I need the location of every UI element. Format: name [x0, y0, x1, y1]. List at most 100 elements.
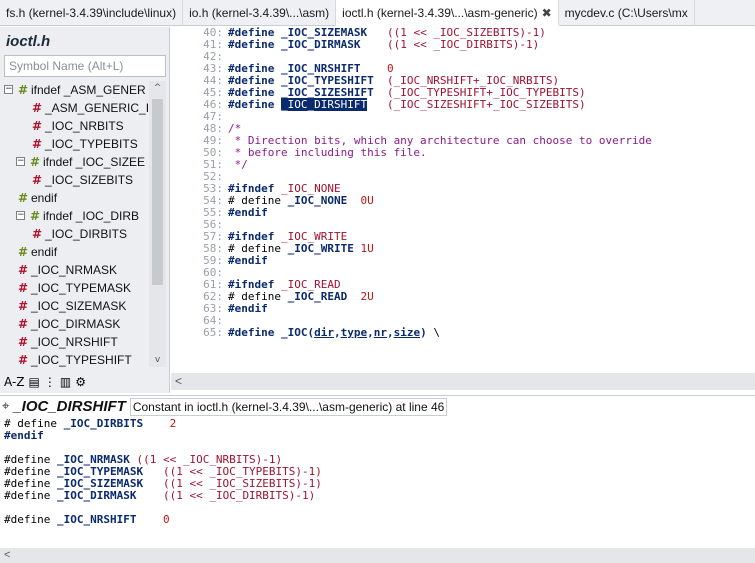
symbol-tree-label: _IOC_SIZEBITS — [45, 173, 134, 187]
ifdef-icon: # — [17, 83, 29, 97]
line-content: #define _IOC_DIRMASK ((1 << _IOC_DIRBITS… — [228, 39, 539, 51]
code-token: #define — [228, 326, 281, 339]
symbol-tree-item[interactable]: − # ifndef _IOC_DIRB — [0, 207, 148, 225]
tab-label: io.h (kernel-3.4.39\...\asm) — [189, 6, 330, 20]
code-token: _IOC( — [280, 326, 315, 339]
code-token: , — [333, 326, 341, 339]
scroll-down-icon[interactable]: v — [149, 353, 166, 367]
define-icon: # — [31, 137, 43, 151]
code-token: ((1 << _IOC_DIRBITS)-1) — [386, 38, 540, 51]
symbol-tree-item[interactable]: # _IOC_NRBITS — [0, 117, 148, 135]
scrollbar-thumb[interactable] — [152, 99, 163, 285]
symbol-tree-item[interactable]: # _IOC_DIRMASK — [0, 315, 148, 333]
sort-az-icon[interactable]: A-Z — [4, 373, 25, 391]
code-token: 0 — [162, 513, 170, 526]
symbol-tree-item[interactable]: # _IOC_TYPESHIFT — [0, 351, 148, 367]
editor-tab[interactable]: fs.h (kernel-3.4.39\include\linux) — [0, 0, 184, 26]
context-preview[interactable]: # define _IOC_DIRBITS 2 #endif #define _IO… — [0, 418, 755, 548]
symbol-tree-item[interactable]: # _IOC_NRMASK — [0, 261, 148, 279]
symbol-tree-item[interactable]: − # ifndef _IOC_SIZEE — [0, 153, 148, 171]
code-token: _IOC_READ — [287, 290, 348, 303]
line-content: * before including this file. — [228, 147, 427, 159]
code-token: _IOC_DIRMASK — [56, 489, 137, 502]
line-content: */ — [228, 159, 248, 171]
editor-tab-bar: fs.h (kernel-3.4.39\include\linux) io.h (… — [0, 0, 755, 26]
code-line: 47: — [171, 111, 755, 123]
list-icon[interactable]: ▤ — [29, 373, 40, 391]
settings-gear-icon[interactable]: ⚙ — [75, 373, 86, 391]
symbol-tree-label: ifndef _IOC_SIZEE — [43, 155, 146, 169]
code-token: size — [393, 326, 421, 339]
symbol-tree-item[interactable]: # _ASM_GENERIC_I — [0, 99, 148, 117]
editor-horizontal-scrollbar[interactable]: < — [171, 373, 755, 390]
define-icon: # — [17, 281, 29, 295]
symbol-tree-item[interactable]: # _IOC_SIZEBITS — [0, 171, 148, 189]
code-token: */ — [228, 158, 248, 171]
symbol-tree-scrollbar[interactable]: ^ v — [149, 81, 166, 367]
code-token: _IOC_NRSHIFT — [56, 513, 137, 526]
tab-label: fs.h (kernel-3.4.39\include\linux) — [6, 6, 177, 20]
code-token: (_IOC_SIZESHIFT+_IOC_SIZEBITS) — [386, 98, 586, 111]
line-number: 65: — [203, 326, 223, 339]
define-icon: # — [31, 173, 43, 187]
define-icon: # — [17, 317, 29, 331]
code-token: _IOC_NONE — [287, 194, 348, 207]
highlighted-symbol: _IOC_DIRSHIFT — [280, 98, 368, 111]
code-token: #define — [228, 38, 281, 51]
symbol-name: _IOC_DIRSHIFT — [13, 398, 126, 415]
code-line: 41: #define _IOC_DIRMASK ((1 << _IOC_DIRB… — [171, 39, 755, 51]
collapse-toggle-icon[interactable]: − — [16, 211, 25, 220]
symbol-tree-label: endif — [31, 191, 58, 205]
symbol-tree-item[interactable]: # endif — [0, 243, 148, 261]
code-token: #define — [228, 98, 281, 111]
symbol-tree-item[interactable]: # _IOC_NRSHIFT — [0, 333, 148, 351]
preview-horizontal-scrollbar[interactable]: < — [0, 548, 755, 563]
line-content: #define _IOC(dir,type,nr,size) \ — [228, 327, 440, 339]
symbol-panel: ioctl.h Symbol Name (Alt+L) − # ifndef _AS… — [0, 27, 170, 393]
symbol-tree-item[interactable]: # _IOC_DIRBITS — [0, 225, 148, 243]
code-token: ) — [420, 326, 427, 339]
file-title: ioctl.h — [6, 33, 51, 50]
symbol-tree-item[interactable]: − # ifndef _ASM_GENER — [0, 81, 148, 99]
symbol-tree-label: _IOC_DIRBITS — [45, 227, 128, 241]
symbol-tree-label: _IOC_TYPEMASK — [31, 281, 132, 295]
pin-icon[interactable]: ⌖ — [2, 399, 9, 414]
collapse-toggle-icon[interactable]: − — [4, 85, 13, 94]
code-line: 51: */ — [171, 159, 755, 171]
code-token: \ — [426, 326, 440, 339]
code-token: nr — [373, 326, 387, 339]
scroll-left-icon[interactable]: < — [4, 548, 10, 563]
code-token: ((1 << _IOC_DIRBITS)-1) — [162, 489, 316, 502]
editor-tab[interactable]: io.h (kernel-3.4.39\...\asm) — [183, 0, 337, 26]
symbol-tree-label: _IOC_DIRMASK — [31, 317, 121, 331]
symbol-tree-item[interactable]: # _IOC_SIZEMASK — [0, 297, 148, 315]
book-icon[interactable]: ▥ — [60, 373, 71, 391]
code-token: 1U — [353, 242, 374, 255]
editor-tab[interactable]: ioctl.h (kernel-3.4.39\...\asm-generic) ✖ — [336, 0, 559, 26]
code-token: _IOC_WRITE — [287, 242, 354, 255]
symbols-icon[interactable]: ⋮ — [44, 373, 56, 391]
ifdef-icon: # — [17, 245, 29, 259]
code-token: #endif — [228, 302, 268, 315]
editor-tab[interactable]: mycdev.c (C:\Users\mx — [559, 0, 695, 26]
symbol-tree-item[interactable]: # _IOC_TYPEBITS — [0, 135, 148, 153]
collapse-toggle-icon[interactable]: − — [16, 157, 25, 166]
code-editor[interactable]: 40: #define _IOC_SIZEMASK ((1 << _IOC_SIZ… — [171, 27, 755, 373]
scroll-up-icon[interactable]: ^ — [149, 81, 166, 95]
symbol-tree-item[interactable]: # endif — [0, 189, 148, 207]
code-token: _IOC_DIRBITS — [63, 418, 144, 430]
close-icon[interactable]: ✖ — [542, 6, 552, 20]
symbol-tree-label: _IOC_NRBITS — [45, 119, 124, 133]
symbol-description[interactable]: Constant in ioctl.h (kernel-3.4.39\...\a… — [129, 397, 448, 416]
scroll-left-icon[interactable]: < — [175, 373, 182, 390]
code-token: #define — [4, 489, 57, 502]
preview-line: #define _IOC_NRSHIFT 0 — [4, 514, 755, 526]
symbol-tree-item[interactable]: # _IOC_TYPEMASK — [0, 279, 148, 297]
preview-line: #endif — [4, 430, 755, 442]
symbol-tree-label: _IOC_NRSHIFT — [31, 335, 118, 349]
symbol-search-input[interactable]: Symbol Name (Alt+L) — [4, 55, 166, 77]
code-token: , — [367, 326, 374, 339]
line-content: #endif — [228, 207, 268, 219]
